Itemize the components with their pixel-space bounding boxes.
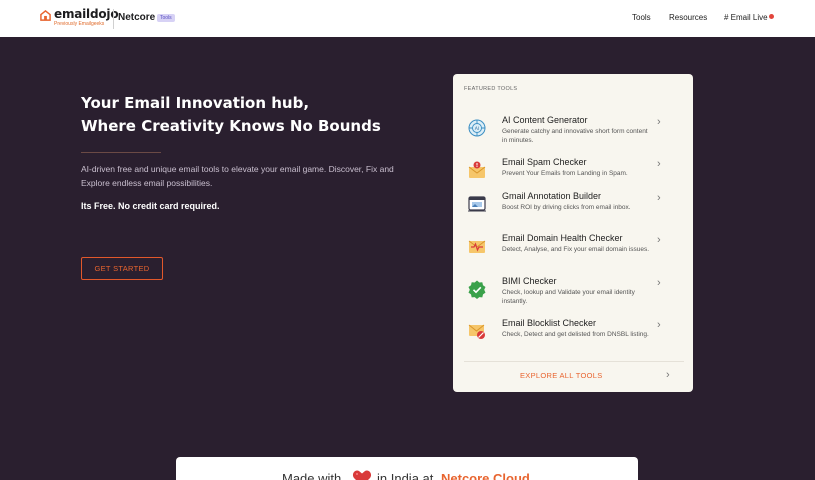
tool-title: AI Content Generator (502, 115, 588, 125)
chevron-right-icon: › (657, 234, 661, 246)
free-note: Its Free. No credit card required. (81, 201, 220, 211)
in-india-text: in India at (377, 471, 434, 480)
tool-title: Email Spam Checker (502, 157, 587, 167)
featured-tools-heading: FEATURED TOOLS (464, 86, 518, 92)
card-divider (464, 361, 684, 362)
svg-text:AI: AI (475, 126, 479, 132)
tools-badge: Tools (157, 14, 175, 22)
nav-resources[interactable]: Resources (669, 13, 707, 22)
explore-all-tools-link[interactable]: EXPLORE ALL TOOLS (520, 371, 603, 380)
brand-divider (113, 9, 114, 29)
tool-description: Detect, Analyse, and Fix your email doma… (502, 246, 650, 253)
made-in-india-banner: Made with in India at Netcore Cloud (176, 457, 638, 480)
live-indicator-dot (769, 14, 774, 19)
spam-envelope-icon (468, 161, 486, 178)
chevron-right-icon: › (657, 277, 661, 289)
logo-name: emaildojo (54, 7, 119, 21)
chevron-right-icon: › (657, 319, 661, 331)
made-with-text: Made with (282, 471, 342, 480)
hero-divider (81, 152, 161, 153)
verified-badge-icon (468, 280, 486, 299)
tool-title: BIMI Checker (502, 276, 557, 286)
tool-description: Check, lookup and Validate your email id… (502, 289, 635, 305)
health-envelope-icon (468, 240, 486, 253)
ai-brain-icon: AI (468, 119, 486, 137)
logo-house-icon (40, 10, 51, 21)
nav-tools[interactable]: Tools (632, 13, 651, 22)
top-header: emaildojo Previously Emailgeeks Netcore … (0, 0, 815, 37)
tool-title: Email Domain Health Checker (502, 233, 623, 243)
netcore-brand[interactable]: Netcore (118, 12, 155, 23)
chevron-right-icon[interactable]: › (666, 369, 670, 381)
featured-tools-card: FEATURED TOOLS AI AI Content Generator G… (453, 74, 693, 392)
logo-subtitle: Previously Emailgeeks (54, 21, 105, 27)
tool-item-gmail-annotation-builder[interactable]: Gmail Annotation Builder Boost ROI by dr… (453, 191, 693, 231)
heart-icon (352, 470, 372, 480)
nav-email-live[interactable]: # Email Live (724, 13, 768, 22)
netcore-cloud-link[interactable]: Netcore Cloud (441, 471, 530, 480)
tool-description: Check, Detect and get delisted from DNSB… (502, 331, 649, 338)
hero-title-line-1: Your Email Innovation hub, (81, 94, 310, 112)
annotation-window-icon (468, 196, 486, 212)
get-started-button[interactable]: GET STARTED (81, 257, 163, 280)
tool-description: Generate catchy and innovative short for… (502, 128, 648, 144)
tool-description: Prevent Your Emails from Landing in Spam… (502, 170, 628, 177)
tool-description: Boost ROI by driving clicks from email i… (502, 204, 631, 211)
hero-description: AI-driven free and unique email tools to… (81, 164, 394, 188)
blocked-envelope-icon (468, 324, 485, 339)
tool-title: Email Blocklist Checker (502, 318, 597, 328)
chevron-right-icon: › (657, 192, 661, 204)
hero-title: Your Email Innovation hub, Where Creativ… (81, 92, 381, 138)
tool-item-ai-content-generator[interactable]: AI AI Content Generator Generate catchy … (453, 115, 693, 155)
chevron-right-icon: › (657, 158, 661, 170)
hero-title-line-2: Where Creativity Knows No Bounds (81, 117, 381, 135)
chevron-right-icon: › (657, 116, 661, 128)
tool-item-bimi-checker[interactable]: BIMI Checker Check, lookup and Validate … (453, 276, 693, 316)
tool-title: Gmail Annotation Builder (502, 191, 602, 201)
tool-item-email-blocklist-checker[interactable]: Email Blocklist Checker Check, Detect an… (453, 318, 693, 358)
tool-item-email-domain-health-checker[interactable]: Email Domain Health Checker Detect, Anal… (453, 233, 693, 273)
emaildojo-logo[interactable]: emaildojo Previously Emailgeeks (40, 7, 119, 27)
